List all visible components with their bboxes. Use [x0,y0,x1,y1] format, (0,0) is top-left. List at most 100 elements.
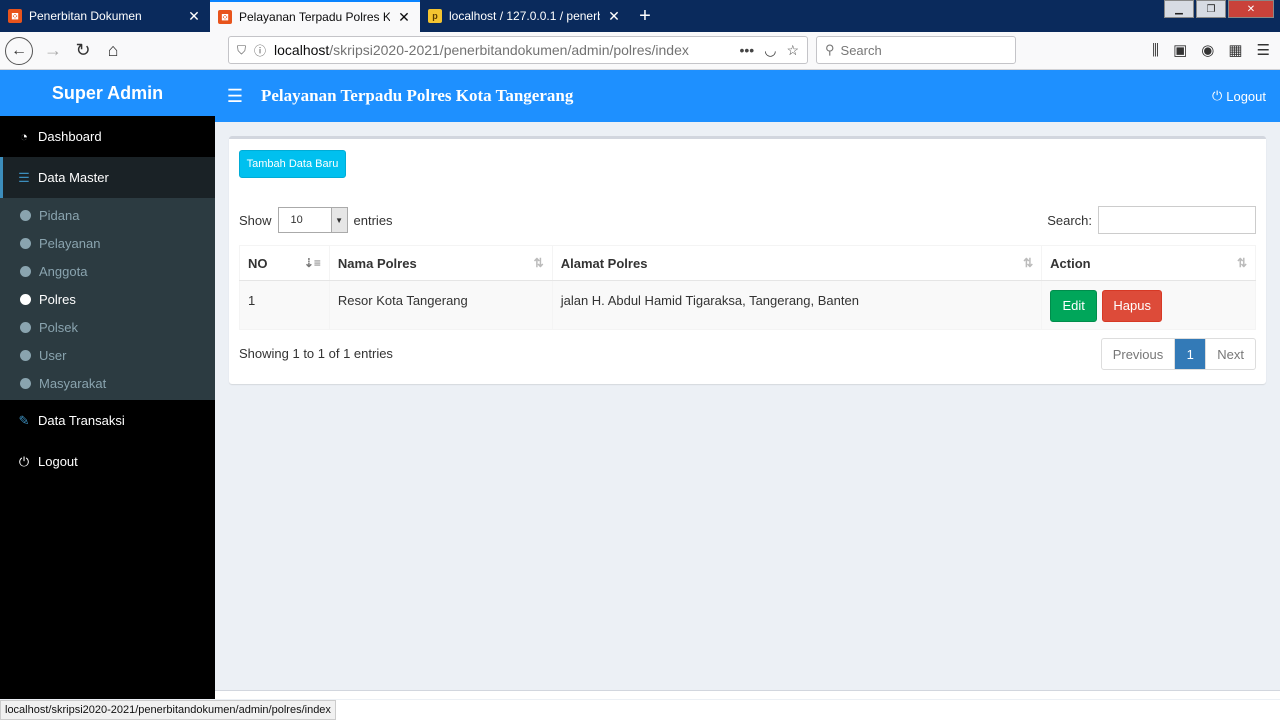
logout-label: Logout [1226,88,1266,104]
sidebar-item-data-transaksi[interactable]: ✎ Data Transaksi [0,400,215,441]
subitem-label: Pidana [39,207,80,223]
close-icon[interactable]: ✕ [396,9,412,26]
sidebar-item-data-master[interactable]: ☰ Data Master [0,157,215,198]
previous-page-button[interactable]: Previous [1102,339,1176,369]
account-icon[interactable]: ◉ [1201,41,1214,59]
chevron-down-icon: ▼ [330,208,347,232]
sidebar-subitem-polsek[interactable]: Polsek [0,313,215,341]
menu-icon[interactable]: ☰ [1257,41,1270,59]
entries-select[interactable]: 10 ▼ [277,207,348,233]
sort-icon: ⇅ [533,256,544,270]
browser-search-input[interactable]: ⚲ Search [816,36,1016,64]
cell-no: 1 [239,280,330,330]
sidebar-toggle-icon[interactable]: ▣ [1173,41,1187,59]
power-icon: ⏻ [18,453,30,469]
cell-action: Edit Hapus [1041,280,1256,330]
column-label: Nama Polres [337,255,417,271]
search-label: Search: [1047,212,1092,228]
forward-arrow-icon: → [44,40,62,60]
sort-icon: ⇅ [1236,256,1247,270]
search-input[interactable] [1098,206,1256,234]
back-button[interactable]: ← [4,36,34,66]
forward-button[interactable]: → [38,36,68,66]
sidebar-item-label: Dashboard [38,129,102,144]
subitem-label: Anggota [39,263,88,279]
sort-icon: ⇅ [1023,256,1034,270]
url-bar[interactable]: ⛉ ⓘ localhost/skripsi2020-2021/penerbita… [228,36,808,64]
column-header-no[interactable]: NO ⇣≡ [239,245,330,281]
sidebar-subitem-masyarakat[interactable]: Masyarakat [0,369,215,397]
browser-tab[interactable]: p localhost / 127.0.0.1 / penerbitandoku… [420,0,630,32]
data-box: Tambah Data Baru Show 10 ▼ entries Searc… [229,136,1266,384]
page-1-button[interactable]: 1 [1175,339,1206,369]
entries-value: 10 [290,214,303,226]
close-icon[interactable]: ✕ [186,8,202,25]
circle-icon [20,349,31,361]
sidebar-subitem-user[interactable]: User [0,341,215,369]
reload-icon: ↻ [75,40,91,60]
sidebar-item-dashboard[interactable]: ◔ Dashboard [0,116,215,157]
dashboard-icon: ◔ [20,129,28,144]
tab-label: Pelayanan Terpadu Polres Kota Tangerang [239,10,390,24]
reload-button[interactable]: ↻ [68,36,98,66]
entries-length-control: Show 10 ▼ entries [239,207,393,233]
cell-alamat-polres: jalan H. Abdul Hamid Tigaraksa, Tangeran… [551,280,1043,330]
info-icon: ⓘ [254,43,267,58]
library-icon[interactable]: ⫼ [1152,42,1159,59]
page-title: Pelayanan Terpadu Polres Kota Tangerang [261,86,574,105]
sidebar-subitem-polres[interactable]: Polres [0,285,215,313]
edit-button[interactable]: Edit [1050,290,1098,322]
back-arrow-icon: ← [5,36,33,65]
tab-label: Penerbitan Dokumen [29,9,142,23]
circle-icon [20,237,31,249]
maximize-icon[interactable]: ❐ [1196,0,1226,18]
sort-asc-icon: ⇣≡ [303,256,321,270]
sidebar-subitem-anggota[interactable]: Anggota [0,257,215,285]
url-host: localhost [274,42,330,58]
new-tab-button[interactable]: + [630,0,660,32]
home-icon: ⌂ [107,40,119,60]
home-button[interactable]: ⌂ [98,36,128,66]
column-header-nama[interactable]: Nama Polres ⇅ [328,245,553,281]
delete-button[interactable]: Hapus [1102,290,1163,322]
top-header: ☰ Pelayanan Terpadu Polres Kota Tangeran… [215,70,1280,122]
close-icon[interactable]: ✕ [606,8,622,25]
column-label: NO [248,255,268,271]
table-header-row: NO ⇣≡ Nama Polres ⇅ Alamat Polres ⇅ Action ⇅ [239,245,1256,281]
browser-tab-active[interactable]: ⊠ Pelayanan Terpadu Polres Kota Tangeran… [210,0,420,32]
header-logout-button[interactable]: ⏻ Logout [1212,88,1266,104]
add-new-data-button[interactable]: Tambah Data Baru [239,150,346,178]
bookmark-star-icon[interactable]: ☆ [786,42,799,59]
minimize-icon[interactable]: ▁ [1164,0,1194,18]
list-icon: ☰ [18,169,30,185]
xampp-icon: ⊠ [8,9,22,23]
sidebar-subitem-pelayanan[interactable]: Pelayanan [0,229,215,257]
column-label: Alamat Polres [560,255,648,271]
polres-table: NO ⇣≡ Nama Polres ⇅ Alamat Polres ⇅ Action ⇅… [239,245,1256,330]
browser-tab-strip: ⊠ Penerbitan Dokumen ✕ ⊠ Pelayanan Terpa… [0,0,1280,32]
pocket-icon[interactable]: ◡ [764,42,776,59]
cell-nama-polres: Resor Kota Tangerang [328,280,553,330]
window-close-icon[interactable]: ✕ [1228,0,1274,18]
page-actions-icon[interactable]: ••• [740,42,755,59]
extensions-icon[interactable]: ▦ [1228,41,1242,59]
sidebar-item-logout[interactable]: ⏻ Logout [0,441,215,482]
subitem-label: Masyarakat [39,375,107,391]
brand-logo[interactable]: Super Admin [0,70,215,116]
sidebar-item-label: Data Transaksi [38,413,125,428]
subitem-label: Pelayanan [39,235,101,251]
circle-icon [20,321,31,333]
sidebar-subitem-pidana[interactable]: Pidana [0,201,215,229]
browser-tab[interactable]: ⊠ Penerbitan Dokumen ✕ [0,0,210,32]
page-footer [215,690,1280,699]
sidebar-submenu: Pidana Pelayanan Anggota Polres Polsek U… [0,198,215,400]
url-path: /skripsi2020-2021/penerbitandokumen/admi… [329,42,689,58]
subitem-label: Polres [39,291,76,307]
next-page-button[interactable]: Next [1205,339,1255,369]
circle-icon [20,209,31,221]
subitem-label: Polsek [39,319,79,335]
show-label: Show [239,212,272,228]
column-header-alamat[interactable]: Alamat Polres ⇅ [551,245,1043,281]
hamburger-menu-icon[interactable]: ☰ [215,86,255,107]
column-header-action[interactable]: Action ⇅ [1041,245,1256,281]
